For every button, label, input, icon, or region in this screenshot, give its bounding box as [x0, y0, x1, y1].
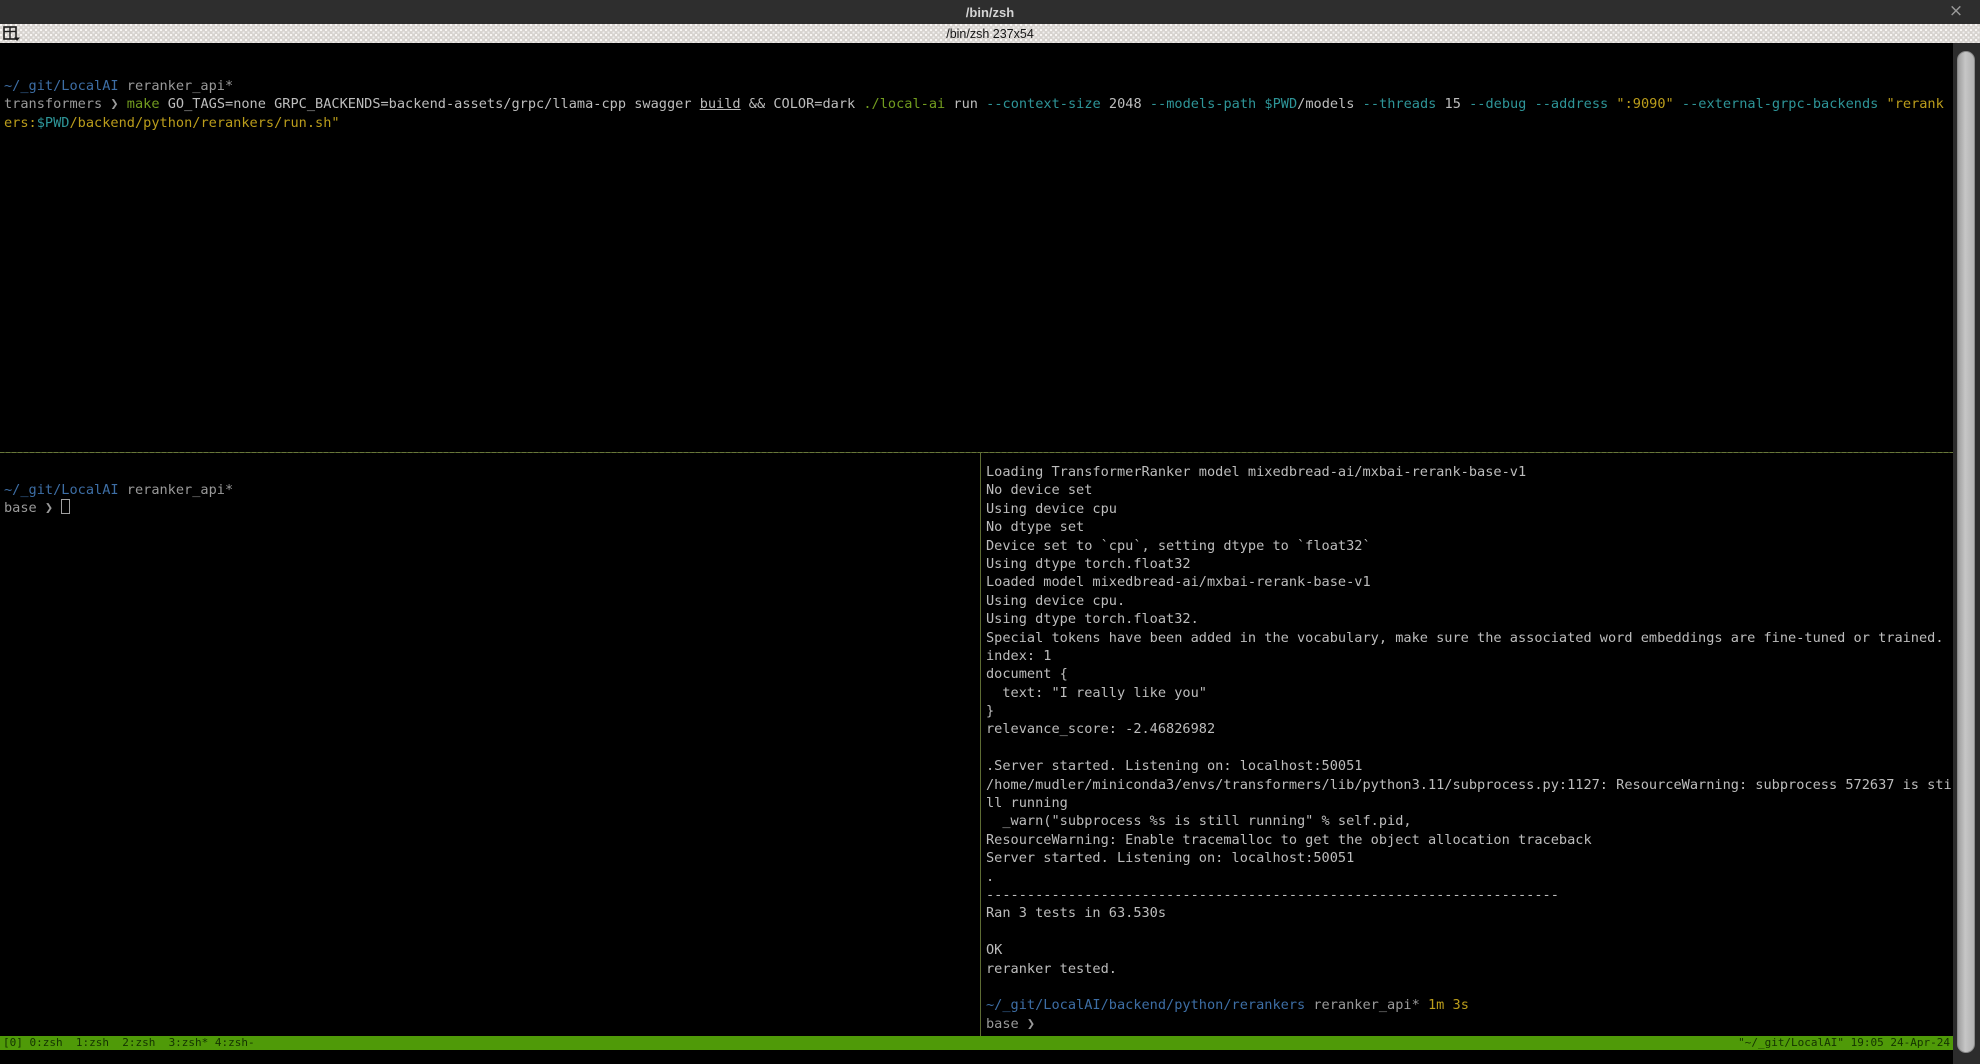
tab-bar: /bin/zsh 237x54 [0, 24, 1980, 43]
close-icon[interactable]: × [1946, 1, 1966, 21]
text-cursor [61, 499, 70, 514]
terminal-line: Using dtype torch.float32 [986, 555, 1953, 573]
terminal-line: Using dtype torch.float32. [986, 610, 1953, 628]
terminal-line: Special tokens have been added in the vo… [986, 629, 1953, 647]
terminal-line: No dtype set [986, 518, 1953, 536]
terminal-line: Device set to `cpu`, setting dtype to `f… [986, 537, 1953, 555]
terminal-line: document { [986, 665, 1953, 683]
terminal-line: text: "I really like you" [986, 684, 1953, 702]
scrollbar-thumb[interactable] [1957, 51, 1975, 1053]
tmux-pane-top[interactable]: ~/_git/LocalAI reranker_api*transformers… [0, 43, 1953, 452]
terminal-line: .Server started. Listening on: localhost… [986, 757, 1953, 775]
scrollbar-track[interactable] [1953, 43, 1980, 1064]
terminal-line: _warn("subprocess %s is still running" %… [986, 812, 1953, 830]
terminal-line: ----------------------------------------… [986, 886, 1953, 904]
terminal-line: OK [986, 941, 1953, 959]
terminal-line: Loaded model mixedbread-ai/mxbai-rerank-… [986, 573, 1953, 591]
terminal-line: } [986, 702, 1953, 720]
terminal-tab[interactable]: /bin/zsh 237x54 [0, 27, 1980, 41]
tmux-pane-bottom-left[interactable]: ~/_git/LocalAI reranker_api*base ❯ [0, 453, 979, 1036]
terminal-line: Using device cpu. [986, 592, 1953, 610]
terminal-line: No device set [986, 481, 1953, 499]
terminal-line: transformers ❯ make GO_TAGS=none GRPC_BA… [4, 95, 1953, 113]
terminal-line: Ran 3 tests in 63.530s [986, 904, 1953, 922]
terminal-line: . [986, 868, 1953, 886]
status-windows-list[interactable]: [0] 0:zsh 1:zsh 2:zsh 3:zsh* 4:zsh- [3, 1036, 255, 1050]
terminal-window: /bin/zsh × /bin/zsh 237x54 ~/_git/LocalA… [0, 0, 1980, 1064]
tmux-pane-bottom-right[interactable]: Loading TransformerRanker model mixedbre… [981, 453, 1953, 1036]
terminal-line: Server started. Listening on: localhost:… [986, 849, 1953, 867]
terminal-line: ~/_git/LocalAI reranker_api* [4, 77, 1953, 95]
terminal-line: ers:$PWD/backend/python/rerankers/run.sh… [4, 114, 1953, 132]
terminal-line: ~/_git/LocalAI/backend/python/rerankers … [986, 996, 1953, 1014]
terminal-line: ResourceWarning: Enable tracemalloc to g… [986, 831, 1953, 849]
terminal-line: ~/_git/LocalAI reranker_api* [4, 481, 979, 499]
terminal-line: Loading TransformerRanker model mixedbre… [986, 463, 1953, 481]
status-session-info: "~/_git/LocalAI" 19:05 24-Apr-24 [1738, 1036, 1950, 1050]
terminal-line: /home/mudler/miniconda3/envs/transformer… [986, 776, 1953, 794]
terminal-line [986, 739, 1953, 757]
terminal-line: relevance_score: -2.46826982 [986, 720, 1953, 738]
terminal-line: base ❯ [4, 499, 979, 517]
terminal-line: ll running [986, 794, 1953, 812]
terminal-line: index: 1 [986, 647, 1953, 665]
pane-grid-icon[interactable] [3, 26, 21, 42]
window-title: /bin/zsh [966, 5, 1014, 20]
terminal-line: Using device cpu [986, 500, 1953, 518]
terminal-line [986, 923, 1953, 941]
terminal-line: reranker tested. [986, 960, 1953, 978]
tmux-status-bar: [0] 0:zsh 1:zsh 2:zsh 3:zsh* 4:zsh- "~/_… [0, 1036, 1953, 1050]
terminal-line [986, 978, 1953, 996]
title-bar: /bin/zsh × [0, 0, 1980, 24]
terminal-line: base ❯ [986, 1015, 1953, 1033]
